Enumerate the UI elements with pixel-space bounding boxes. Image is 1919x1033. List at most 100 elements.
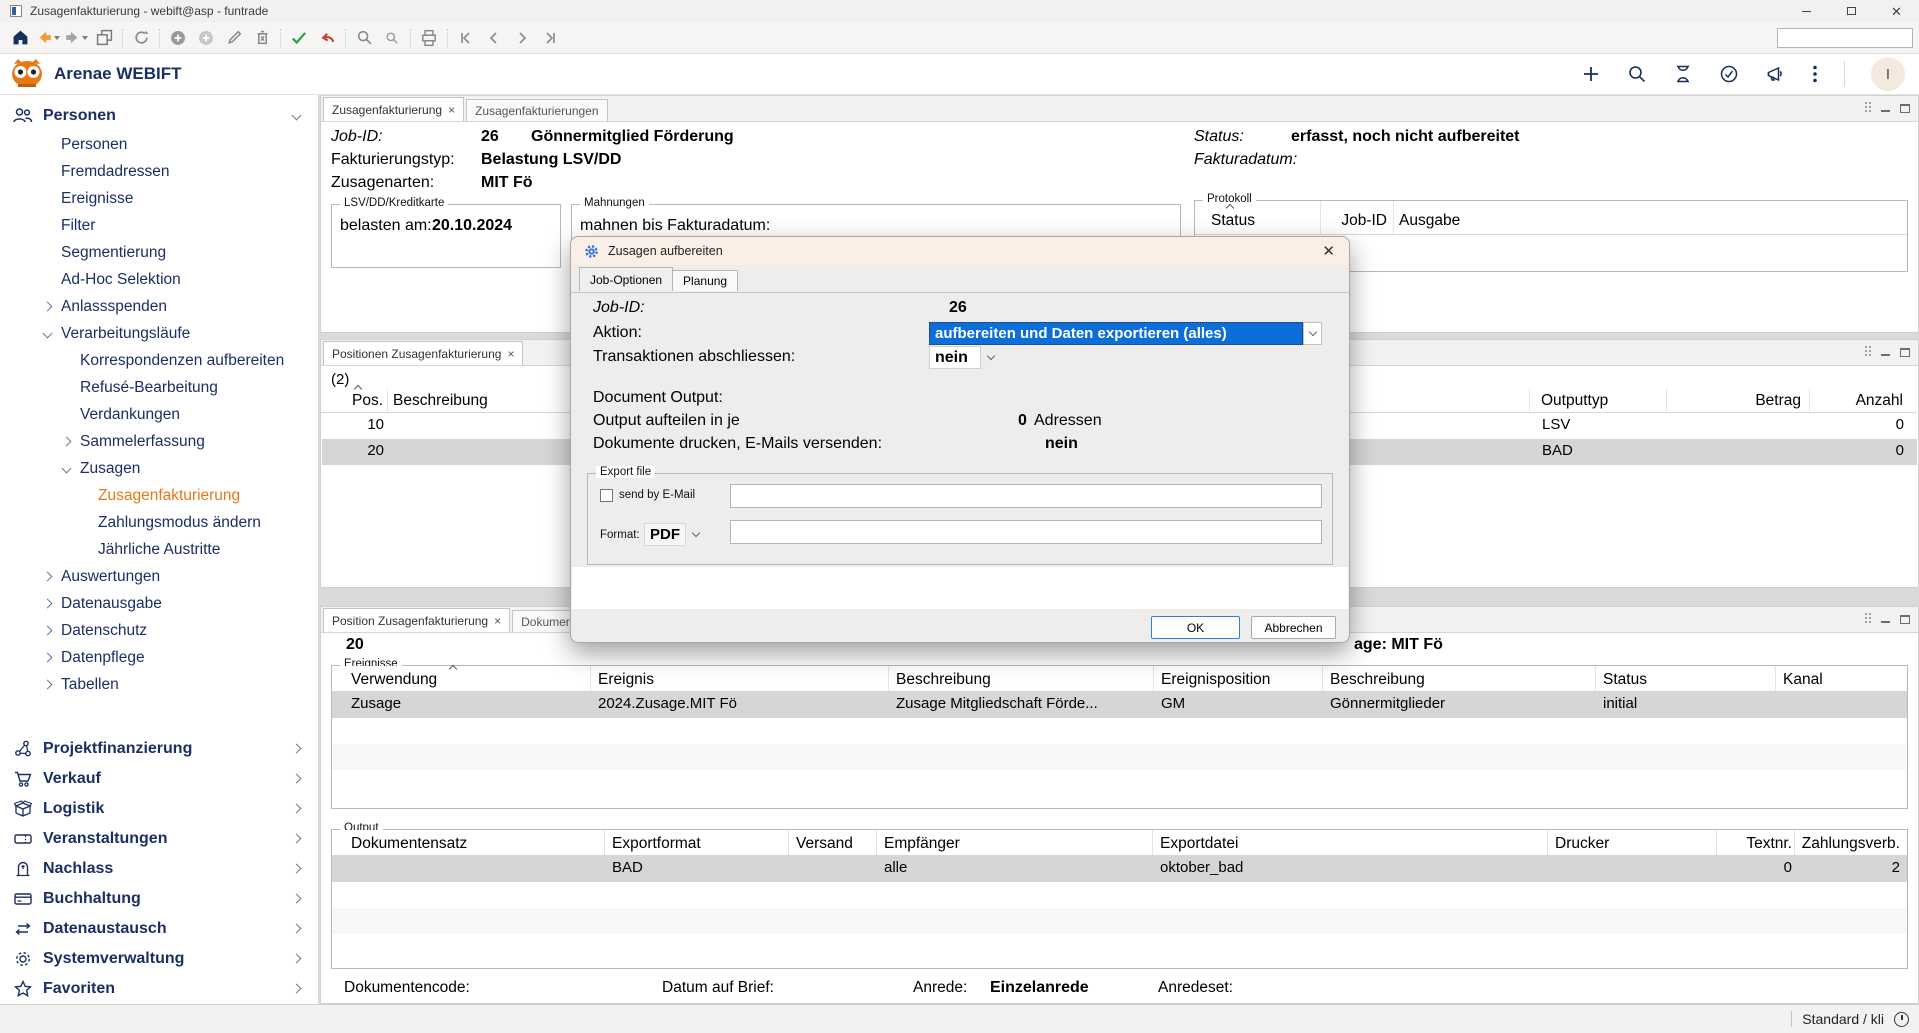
home-button[interactable] <box>8 25 32 51</box>
col-kanal[interactable]: Kanal <box>1783 671 1823 689</box>
sidebar-section-veranstaltungen[interactable]: Veranstaltungen <box>0 824 318 854</box>
table-row[interactable] <box>332 770 1907 796</box>
sidebar-item-adhoc-selektion[interactable]: Ad-Hoc Selektion <box>0 266 318 293</box>
col-zahlungsverb[interactable]: Zahlungsverb. <box>1798 835 1900 853</box>
window-close-button[interactable]: ✕ <box>1874 0 1919 22</box>
chevron-down-icon[interactable] <box>981 346 1000 369</box>
drag-handle-icon[interactable] <box>1865 613 1871 625</box>
sidebar-section-nachlass[interactable]: Nachlass <box>0 854 318 884</box>
col-outputtyp[interactable]: Outputtyp <box>1541 392 1608 410</box>
sidebar-section-systemverwaltung[interactable]: Systemverwaltung <box>0 944 318 974</box>
col-beschreibung-2[interactable]: Beschreibung <box>1330 671 1425 689</box>
table-row[interactable] <box>332 882 1907 908</box>
add-button[interactable] <box>166 25 190 51</box>
sidebar-section-projektfinanzierung[interactable]: Projektfinanzierung <box>0 734 318 764</box>
sidebar-section-personen[interactable]: Personen <box>0 101 318 131</box>
sidebar-item-sammelerfassung[interactable]: Sammelerfassung <box>0 428 318 455</box>
chevron-down-icon[interactable] <box>686 523 705 546</box>
close-icon[interactable]: × <box>494 614 501 628</box>
first-record-button[interactable] <box>454 25 478 51</box>
sidebar-section-logistik[interactable]: Logistik <box>0 794 318 824</box>
user-avatar[interactable]: I <box>1871 57 1905 91</box>
table-row-selected[interactable]: BAD alle oktober_bad 0 2 <box>332 856 1907 882</box>
col-textnr[interactable]: Textnr. <box>1722 835 1792 853</box>
col-exportformat[interactable]: Exportformat <box>612 835 701 853</box>
panel-minimize-icon[interactable] <box>1881 110 1890 112</box>
email-input[interactable] <box>730 484 1322 508</box>
sidebar-item-jaehrliche-austritte[interactable]: Jährliche Austritte <box>0 536 318 563</box>
col-empfaenger[interactable]: Empfänger <box>884 835 960 853</box>
sidebar-item-verarbeitungslaeufe[interactable]: Verarbeitungsläufe <box>0 320 318 347</box>
panel-minimize-icon[interactable] <box>1881 621 1890 623</box>
panel-maximize-icon[interactable] <box>1900 615 1910 624</box>
drag-handle-icon[interactable] <box>1865 102 1871 114</box>
sidebar-section-favoriten[interactable]: Favoriten <box>0 974 318 1004</box>
dialog-close-button[interactable]: ✕ <box>1322 242 1335 260</box>
window-maximize-button[interactable] <box>1829 0 1874 22</box>
history-clock-icon[interactable] <box>1894 1012 1909 1027</box>
forward-button[interactable] <box>64 25 88 51</box>
close-icon[interactable]: × <box>507 347 514 361</box>
col-ereignisposition[interactable]: Ereignisposition <box>1161 671 1270 689</box>
edit-button[interactable] <box>222 25 246 51</box>
col-drucker[interactable]: Drucker <box>1555 835 1609 853</box>
table-row[interactable] <box>332 744 1907 770</box>
aktion-select[interactable]: aufbereiten und Daten exportieren (alles… <box>929 322 1322 345</box>
col-exportdatei[interactable]: Exportdatei <box>1160 835 1238 853</box>
col-betrag[interactable]: Betrag <box>1701 392 1801 410</box>
tab-zusagenfakturierungen[interactable]: Zusagenfakturierungen <box>466 99 607 121</box>
dialog-tab-job-optionen[interactable]: Job-Optionen <box>579 267 673 291</box>
col-pos[interactable]: Pos. <box>331 392 383 410</box>
protokoll-col-status[interactable]: Status <box>1211 212 1255 230</box>
tab-position-zusagenfakturierung[interactable]: Position Zusagenfakturierung× <box>323 608 510 632</box>
transaktionen-select[interactable]: nein <box>929 346 1000 369</box>
windows-button[interactable] <box>92 25 116 51</box>
search-button[interactable] <box>352 25 376 51</box>
col-status[interactable]: Status <box>1603 671 1647 689</box>
search-small-button[interactable] <box>380 25 404 51</box>
sidebar-item-datenausgabe[interactable]: Datenausgabe <box>0 590 318 617</box>
col-ereignis[interactable]: Ereignis <box>598 671 654 689</box>
protokoll-col-jobid[interactable]: Job-ID <box>1325 212 1387 230</box>
announcements-button[interactable] <box>1765 64 1786 84</box>
sidebar-item-refuse-bearbeitung[interactable]: Refusé-Bearbeitung <box>0 374 318 401</box>
tasks-button[interactable] <box>1719 64 1739 84</box>
sidebar-item-filter[interactable]: Filter <box>0 212 318 239</box>
global-search-button[interactable] <box>1627 64 1647 84</box>
sidebar-item-auswertungen[interactable]: Auswertungen <box>0 563 318 590</box>
toolbar-quick-input[interactable] <box>1777 28 1913 48</box>
previous-record-button[interactable] <box>482 25 506 51</box>
sidebar-item-tabellen[interactable]: Tabellen <box>0 671 318 698</box>
panel-maximize-icon[interactable] <box>1900 348 1910 357</box>
col-anzahl[interactable]: Anzahl <box>1813 392 1903 410</box>
col-dokumentensatz[interactable]: Dokumentensatz <box>351 835 467 853</box>
table-row[interactable] <box>332 908 1907 934</box>
sidebar-section-buchhaltung[interactable]: Buchhaltung <box>0 884 318 914</box>
table-row[interactable] <box>332 718 1907 744</box>
drag-handle-icon[interactable] <box>1865 346 1871 358</box>
table-row[interactable] <box>332 934 1907 960</box>
add-secondary-button[interactable] <box>194 25 218 51</box>
sidebar-item-segmentierung[interactable]: Segmentierung <box>0 239 318 266</box>
dialog-tab-planung[interactable]: Planung <box>673 270 738 291</box>
col-beschreibung[interactable]: Beschreibung <box>896 671 991 689</box>
protokoll-col-ausgabe[interactable]: Ausgabe <box>1399 212 1460 230</box>
last-record-button[interactable] <box>538 25 562 51</box>
panel-minimize-icon[interactable] <box>1881 354 1890 356</box>
sidebar-item-fremdadressen[interactable]: Fremdadressen <box>0 158 318 185</box>
tab-positionen-zusagenfakturierung[interactable]: Positionen Zusagenfakturierung× <box>323 341 523 365</box>
confirm-button[interactable] <box>287 25 311 51</box>
tab-zusagenfakturierung[interactable]: Zusagenfakturierung× <box>323 97 464 121</box>
close-icon[interactable]: × <box>448 103 455 117</box>
sidebar-item-datenschutz[interactable]: Datenschutz <box>0 617 318 644</box>
window-minimize-button[interactable] <box>1784 0 1829 22</box>
col-verwendung[interactable]: Verwendung <box>351 671 437 689</box>
export-file-input[interactable] <box>730 520 1322 544</box>
sidebar-item-ereignisse[interactable]: Ereignisse <box>0 185 318 212</box>
panel-maximize-icon[interactable] <box>1900 104 1910 113</box>
sidebar-section-verkauf[interactable]: Verkauf <box>0 764 318 794</box>
sidebar-item-anlassspenden[interactable]: Anlassspenden <box>0 293 318 320</box>
sidebar-item-zahlungsmodus-aendern[interactable]: Zahlungsmodus ändern <box>0 509 318 536</box>
sidebar-item-zusagen[interactable]: Zusagen <box>0 455 318 482</box>
col-beschreibung[interactable]: Beschreibung <box>393 392 488 410</box>
